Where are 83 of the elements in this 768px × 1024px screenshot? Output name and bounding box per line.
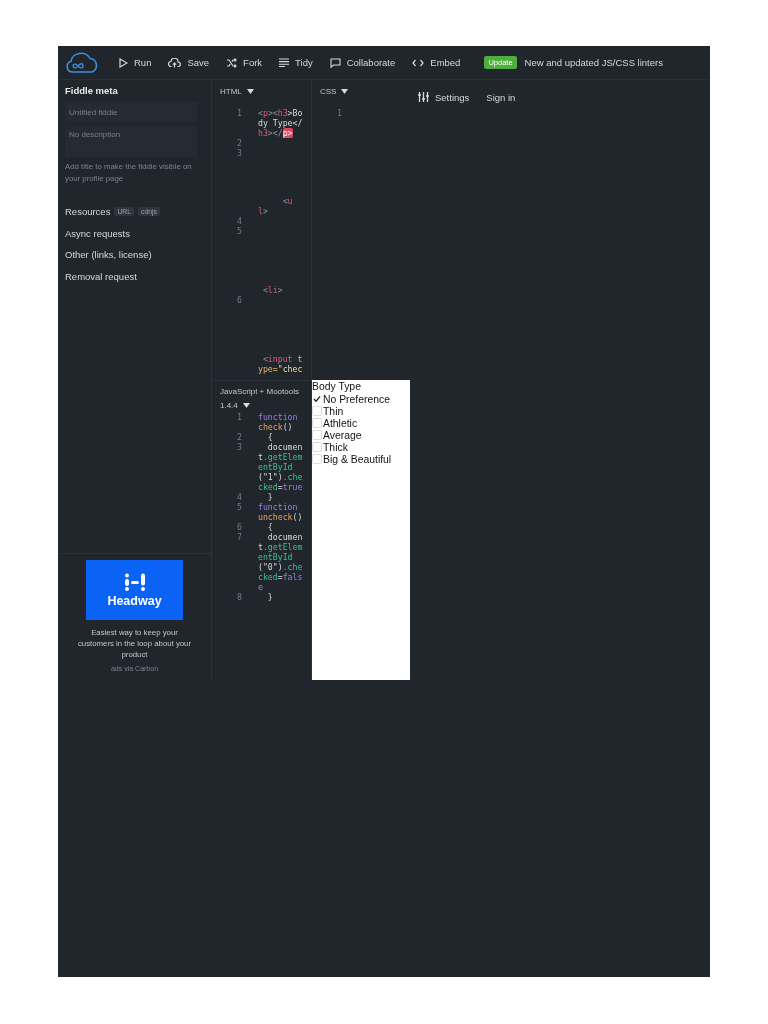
caret-icon bbox=[242, 402, 250, 408]
code-line: { bbox=[266, 522, 273, 532]
run-button[interactable]: Run bbox=[119, 57, 152, 68]
checkbox[interactable] bbox=[312, 394, 322, 404]
embed-button[interactable]: Embed bbox=[412, 57, 461, 68]
code-line: <u bbox=[281, 196, 293, 206]
sidebar-link[interactable]: Other (links, license) bbox=[65, 249, 152, 261]
checkbox-label[interactable]: Thick bbox=[323, 441, 348, 453]
line-number: 3 bbox=[236, 148, 243, 158]
sidebar-link[interactable]: Async requests bbox=[65, 227, 130, 239]
code-line: dy Type</ bbox=[258, 118, 303, 128]
code-line: function bbox=[258, 502, 298, 512]
line-number: 4 bbox=[236, 216, 243, 226]
code-line: t.getElem bbox=[258, 542, 303, 552]
news-text[interactable]: New and updated JS/CSS linters bbox=[524, 57, 663, 68]
line-number: 6 bbox=[236, 522, 243, 532]
title-field[interactable]: Untitled fiddle bbox=[65, 102, 197, 122]
checkbox-label[interactable]: Average bbox=[323, 429, 362, 441]
code-line: cked=fals bbox=[258, 572, 303, 582]
sidebar-link[interactable]: Resources bbox=[65, 206, 111, 218]
caret-icon bbox=[341, 88, 349, 94]
sign-in-link[interactable]: Sign in bbox=[486, 91, 516, 103]
logo-icon bbox=[123, 572, 146, 591]
line-number: 1 bbox=[336, 108, 343, 118]
cloud-upload-icon bbox=[168, 57, 182, 68]
cloud-logo-icon[interactable] bbox=[65, 51, 99, 74]
lines-icon bbox=[279, 58, 290, 67]
tidy-button[interactable]: Tidy bbox=[279, 57, 313, 68]
line-number: 7 bbox=[236, 532, 243, 542]
code-line: documen bbox=[266, 442, 303, 452]
code-line: } bbox=[266, 492, 273, 502]
collaborate-button[interactable]: Collaborate bbox=[329, 57, 396, 68]
code-line: <input t bbox=[261, 354, 303, 364]
panel-tab[interactable]: CSS bbox=[320, 86, 337, 96]
panel-tab[interactable]: JavaScript + Mootools bbox=[212, 381, 311, 399]
line-number: 1 bbox=[236, 412, 243, 422]
line-number: 1 bbox=[236, 108, 243, 118]
play-icon bbox=[119, 57, 128, 68]
section-title: Fiddle meta bbox=[65, 85, 119, 96]
code-line: ype="chec bbox=[258, 364, 303, 374]
code-line: function bbox=[258, 412, 298, 422]
description-field[interactable]: No description bbox=[65, 126, 197, 157]
code-line: entById bbox=[258, 552, 293, 562]
line-number: 5 bbox=[236, 502, 243, 512]
line-number: 6 bbox=[236, 295, 243, 305]
checkbox-label[interactable]: Athletic bbox=[323, 417, 358, 429]
checkbox-label[interactable]: No Preference bbox=[323, 393, 390, 405]
code-line: h3></p> bbox=[258, 128, 293, 138]
line-number: 4 bbox=[236, 492, 243, 502]
checkbox-label[interactable]: Big & Beautiful bbox=[323, 453, 392, 465]
code-line: { bbox=[266, 432, 273, 442]
code-icon bbox=[412, 58, 425, 67]
code-line: <li> bbox=[261, 285, 283, 295]
code-line: uncheck() bbox=[258, 512, 303, 522]
code-line: entById bbox=[258, 462, 293, 472]
result-heading: Body Type bbox=[312, 381, 362, 393]
code-line: documen bbox=[266, 532, 303, 542]
ad-banner[interactable]: Headway bbox=[86, 560, 183, 620]
code-line: l> bbox=[258, 206, 268, 216]
shuffle-icon bbox=[226, 57, 238, 68]
line-number: 5 bbox=[236, 226, 243, 236]
line-number: 2 bbox=[236, 432, 243, 442]
panel-tab[interactable]: HTML bbox=[220, 86, 242, 96]
code-line: <p><h3>Bo bbox=[258, 108, 303, 118]
code-line: t.getElem bbox=[258, 452, 303, 462]
code-line: check() bbox=[258, 422, 293, 432]
checkbox-label[interactable]: Thin bbox=[323, 405, 344, 417]
sliders-icon bbox=[418, 92, 429, 102]
version-select[interactable]: 1.4.4 bbox=[220, 400, 238, 410]
code-line: ("0").che bbox=[258, 562, 303, 572]
line-number: 8 bbox=[236, 592, 243, 602]
caret-icon bbox=[246, 88, 254, 94]
speech-bubble-icon bbox=[329, 57, 341, 68]
code-line: ("1").che bbox=[258, 472, 303, 482]
fork-button[interactable]: Fork bbox=[226, 57, 263, 68]
code-line: } bbox=[266, 592, 273, 602]
code-line: e bbox=[258, 582, 263, 592]
line-number: 2 bbox=[236, 138, 243, 148]
settings-button[interactable]: Settings bbox=[418, 91, 470, 103]
code-line: cked=true bbox=[258, 482, 303, 492]
sidebar-link[interactable]: Removal request bbox=[65, 270, 137, 282]
save-button[interactable]: Save bbox=[168, 57, 210, 68]
line-number: 3 bbox=[236, 442, 243, 452]
